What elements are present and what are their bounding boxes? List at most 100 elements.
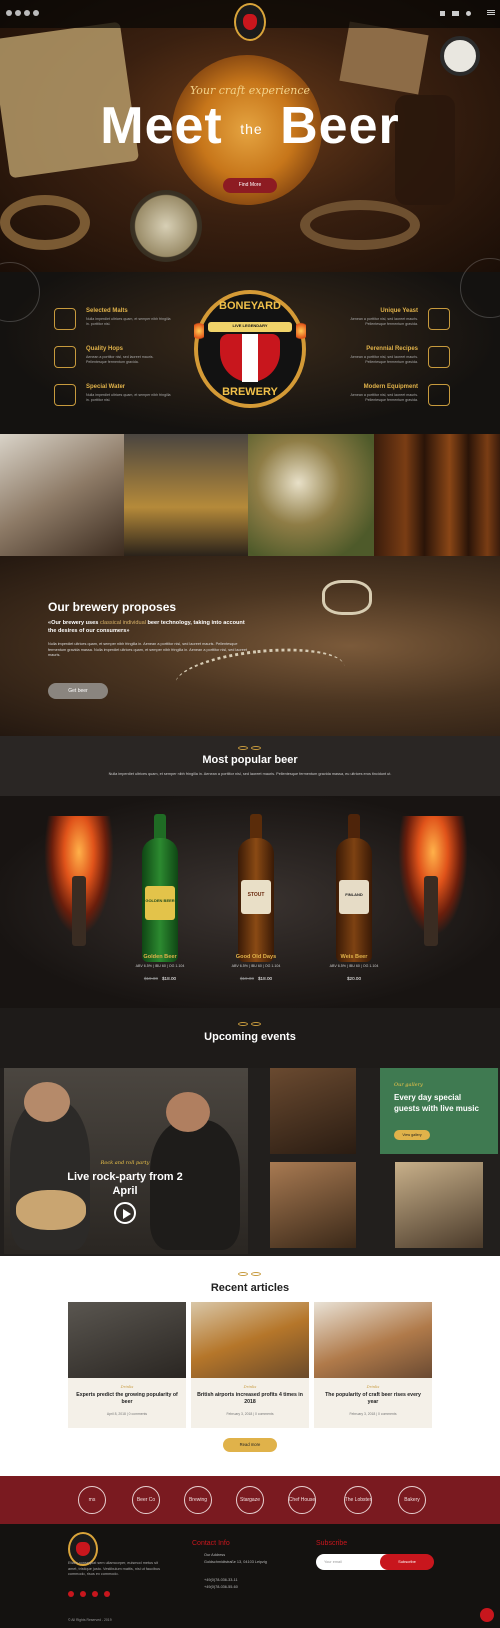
logo-text: BONEYARD [219,300,281,312]
flame-icon [194,320,204,342]
flame-icon [296,320,306,342]
bottles-photo [374,434,500,556]
beer-name[interactable]: Weis Beer [294,954,414,960]
bottle-label: GOLDEN BEER [145,886,175,920]
torch-image [72,876,86,946]
events-title: Upcoming events [204,1031,296,1043]
footer-about: Etiam consequat sem ullamcorper, euismod… [68,1561,161,1577]
brand-logo[interactable]: The Lobster [326,1484,390,1516]
compass-image [130,190,202,262]
bartender-photo[interactable] [270,1068,356,1154]
water-drop-icon [54,384,76,406]
rope-image [0,195,90,250]
feature-title: Selected Malts [86,308,128,314]
equipment-icon [428,384,450,406]
read-more-button[interactable]: Read more [223,1438,277,1452]
article-card[interactable]: Drinks British airports increased profit… [191,1302,309,1428]
facebook-icon[interactable] [80,1591,86,1597]
recipe-flask-icon [428,346,450,368]
article-title[interactable]: British airports increased profits 4 tim… [197,1392,303,1406]
brand-logo[interactable]: Brewing [170,1484,226,1516]
copyright: © All Rights Reserved - 2019 [68,1618,112,1622]
proposes-lead: «Our brewery uses classical individual b… [48,619,248,635]
twitter-icon[interactable] [68,1591,74,1597]
article-image[interactable] [191,1302,309,1378]
hero-section: Your craft experience Meet the Beer Find… [0,0,500,272]
fossil-skull-image [322,580,372,615]
google-plus-icon[interactable] [33,10,39,16]
hops-divider-icon [238,1272,262,1277]
article-card[interactable]: Drinks Experts predict the growing popul… [68,1302,186,1428]
search-icon[interactable] [466,11,471,16]
subscribe-button[interactable]: Subscribe [380,1554,434,1570]
logo[interactable] [234,3,266,41]
article-card[interactable]: Drinks The popularity of craft beer rise… [314,1302,432,1428]
article-title[interactable]: Experts predict the growing popularity o… [74,1392,180,1406]
play-icon[interactable] [114,1202,136,1224]
malt-icon [54,308,76,330]
instagram-icon[interactable] [24,10,30,16]
article-category[interactable]: Drinks [191,1384,309,1389]
article-category[interactable]: Drinks [314,1384,432,1389]
brand-logo[interactable]: Stargaze [222,1484,278,1516]
feature-text: Aenean a porttitor nisl, sed laoreet mau… [350,393,418,402]
event-script: Rock and roll party [100,1160,150,1166]
feature-text: Aenean a porttitor nisl, sed laoreet mau… [350,317,418,326]
drinking-man-photo[interactable] [270,1162,356,1248]
article-meta: April 8, 2018 | 0 comments [106,1412,148,1416]
proposes-body: Nulla imperdiet ultrices quam, et semper… [48,642,248,658]
banjo-player-face [166,1092,210,1132]
feature-text: Aenean a porttitor nisl, sed laoreet mau… [350,355,418,364]
page: Your craft experience Meet the Beer Find… [0,0,500,1628]
user-icon[interactable] [440,11,445,16]
events-header: Upcoming events [0,1008,500,1068]
old-price: $19.00 [143,976,158,981]
beer-price: $20.00 [294,976,414,981]
linkedin-icon[interactable] [104,1591,110,1597]
brand-logo[interactable]: Beer Co [118,1484,174,1516]
brand-logo[interactable]: ms [64,1484,120,1516]
hops-icon [54,346,76,368]
cart-icon[interactable] [452,11,459,16]
gallery-card[interactable]: Our gallery Every day special guests wit… [380,1068,498,1154]
article-category[interactable]: Drinks [68,1384,186,1389]
contact-title: Contact Info [192,1540,230,1547]
articles-title: Recent articles [210,1282,290,1294]
feature-text: Nulla imperdiet ultrices quam, et semper… [86,317,171,326]
phone[interactable]: +49(0)78-036-55-60 [204,1585,238,1589]
article-title[interactable]: The popularity of craft beer rises every… [320,1392,426,1406]
brand-logo[interactable]: Bakery [384,1484,440,1516]
hero-title-word: Meet [100,97,223,155]
popular-header: Most popular beer Nulla imperdiet ultric… [0,736,500,796]
view-gallery-button[interactable]: View gallery [394,1130,430,1140]
find-more-button[interactable]: Find More [223,178,277,193]
feature-title: Special Water [86,384,126,390]
phone[interactable]: +49(0)78-036-33-11 [204,1578,238,1582]
pocket-watch-image [440,36,480,76]
get-beer-button[interactable]: Get beer [48,683,108,699]
event-title[interactable]: Live rock-party from 2 April [60,1170,190,1198]
instagram-icon[interactable] [92,1591,98,1597]
article-meta: February 3, 2018 | 0 comments [349,1412,397,1416]
facebook-icon[interactable] [15,10,21,16]
hero-title-word: Beer [280,97,400,155]
brewery-logo: BONEYARD LIVE LEGENDARY BREWERY [194,290,306,408]
scroll-top-icon[interactable] [480,1608,494,1622]
article-image[interactable] [314,1302,432,1378]
feature-title: Quality Hops [86,346,124,352]
hero-title-word: the [240,121,263,138]
hops-photo [248,434,374,556]
menu-icon[interactable] [487,10,495,11]
price: $18.00 [162,976,177,981]
feature-title: Unique Yeast [380,308,418,314]
feature-text: Aenean a porttitor nisl, sed laoreet mau… [86,355,154,364]
torch-image [424,876,438,946]
twitter-icon[interactable] [6,10,12,16]
woman-drinking-photo[interactable] [395,1162,483,1248]
beer-spec: ABV 6.5% | IBU 60 | OG 1.104 [329,964,379,968]
article-image[interactable] [68,1302,186,1378]
rope-image [300,200,420,250]
bottle-label: STOUT [241,880,271,914]
brand-logo[interactable]: Chef House [274,1484,330,1516]
hops-divider-icon [238,746,262,751]
